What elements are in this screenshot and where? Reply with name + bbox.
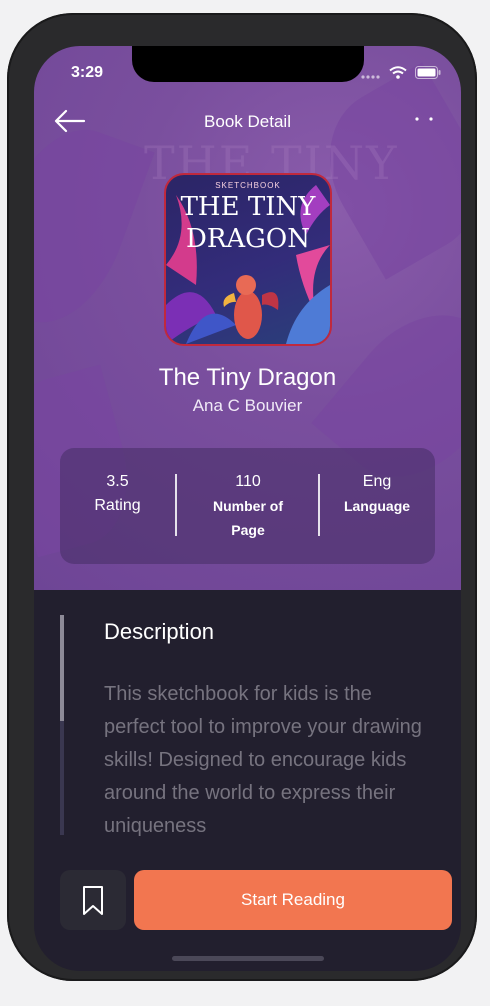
stat-pages: 110 Number of Page (198, 470, 298, 542)
description-heading: Description (104, 619, 215, 644)
start-reading-button[interactable]: Start Reading (134, 870, 452, 930)
page-title: Book Detail (204, 112, 291, 131)
app-screen: THE TINY 3:29 Book Detail SKETCHBOOK THE… (34, 46, 461, 971)
status-time: 3:29 (71, 64, 104, 81)
stat-divider (175, 474, 177, 536)
cover-title-line: THE TINY (180, 192, 316, 222)
more-button[interactable] (411, 112, 437, 126)
stat-rating: 3.5 Rating (60, 470, 175, 518)
leaf-decoration (34, 111, 155, 341)
cover-title: THE TINY DRAGON (166, 191, 330, 255)
battery-icon (415, 66, 441, 79)
phone-frame: THE TINY 3:29 Book Detail SKETCHBOOK THE… (7, 13, 477, 981)
wifi-icon (389, 66, 407, 79)
description-text: This sketchbook for kids is the perfect … (104, 683, 422, 837)
book-title: The Tiny Dragon (158, 364, 337, 391)
stat-value: 110 (235, 473, 261, 490)
signal-icon (361, 74, 380, 79)
scroll-thumb[interactable] (60, 615, 64, 721)
bookmark-icon (83, 886, 103, 915)
stat-language: Eng Language (322, 470, 432, 518)
stat-value: 3.5 (106, 473, 129, 490)
stat-divider (318, 474, 320, 536)
home-indicator (172, 956, 324, 961)
bookmark-button[interactable] (60, 870, 126, 930)
cover-title-line: DRAGON (185, 224, 311, 254)
stats-card: 3.5 Rating 110 Number of Page Eng Langua… (60, 448, 435, 564)
stat-label: Language (343, 498, 411, 514)
status-icons (361, 66, 441, 79)
book-author: Ana C Bouvier (192, 396, 303, 415)
stat-value: Eng (362, 473, 392, 490)
cover-series-label: SKETCHBOOK (215, 181, 281, 190)
more-icon (415, 117, 433, 121)
stat-label: Number of Page (213, 498, 283, 538)
stat-label: Rating (94, 497, 141, 514)
book-cover: SKETCHBOOK THE TINY DRAGON (164, 173, 332, 346)
camera-notch (132, 46, 364, 82)
